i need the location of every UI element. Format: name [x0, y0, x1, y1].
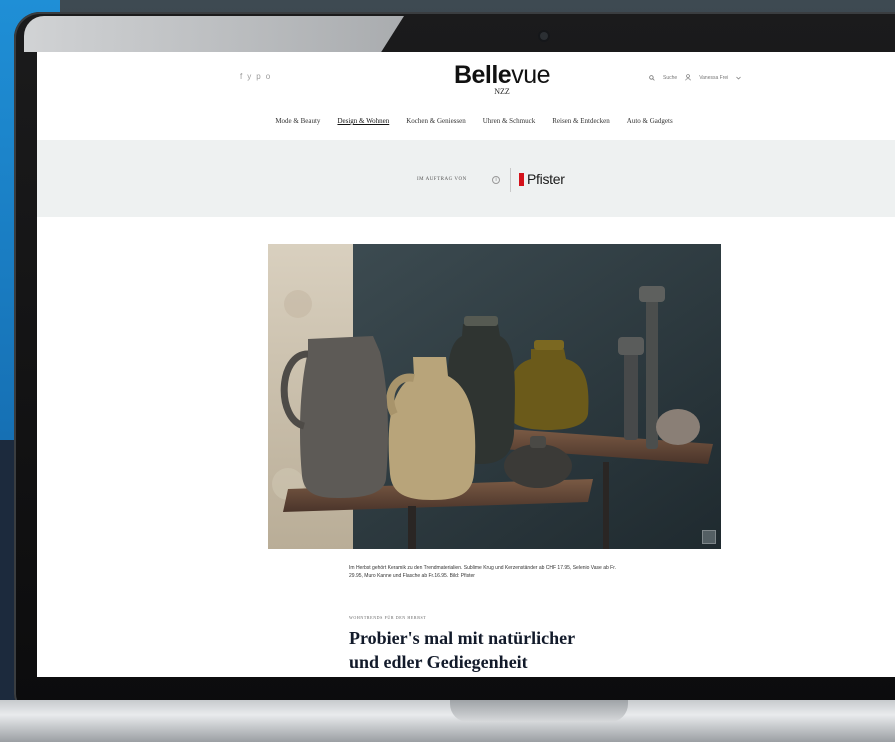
twitter-icon[interactable]: y: [247, 72, 251, 81]
sponsor-divider: [510, 168, 511, 192]
sponsor-label: IM AUFTRAG VON: [417, 177, 467, 182]
social-links: f y p o: [240, 72, 270, 81]
nav-item-reisen-entdecken[interactable]: Reisen & Entdecken: [552, 117, 610, 125]
bezel-glare: [24, 16, 404, 52]
nav-item-uhren-schmuck[interactable]: Uhren & Schmuck: [483, 117, 536, 125]
expand-image-icon[interactable]: [702, 530, 716, 544]
logo-bold: Belle: [453, 61, 512, 89]
hero-image: [268, 244, 721, 549]
nav-item-design-wohnen[interactable]: Design & Wohnen: [337, 117, 389, 125]
facebook-icon[interactable]: f: [240, 72, 242, 81]
chevron-down-icon[interactable]: [736, 76, 742, 80]
webcam-icon: [540, 32, 548, 40]
laptop-hinge-notch: [450, 700, 628, 722]
nav-item-kochen-geniessen[interactable]: Kochen & Geniessen: [406, 117, 465, 125]
laptop-screen: f y p o Bellevue NZZ Suche Vanessa Frei …: [37, 52, 895, 677]
site-logo[interactable]: Bellevue NZZ: [442, 61, 562, 96]
logo-light: vue: [511, 61, 551, 89]
sponsor-band: IM AUFTRAG VON i Pfister: [37, 140, 895, 217]
header-utilities: Suche Vanessa Frei: [649, 74, 742, 81]
image-caption: Im Herbst gehört Keramik zu den Trendmat…: [349, 565, 616, 579]
instagram-icon[interactable]: o: [266, 72, 270, 81]
pinterest-icon[interactable]: p: [256, 72, 260, 81]
pfister-logo[interactable]: Pfister: [519, 171, 565, 187]
nav-item-auto-gadgets[interactable]: Auto & Gadgets: [627, 117, 673, 125]
user-menu[interactable]: Vanessa Frei: [699, 75, 728, 81]
laptop-base: [0, 700, 895, 742]
article-headline: Probier's mal mit natürlicher und edler …: [349, 626, 649, 674]
ceramics-photo: [268, 244, 721, 549]
pfister-wordmark: Pfister: [527, 171, 565, 187]
headline-line-2: und edler Gediegenheit: [349, 652, 528, 672]
info-icon[interactable]: i: [492, 176, 500, 184]
headline-line-1: Probier's mal mit natürlicher: [349, 628, 576, 648]
pfister-mark-icon: [519, 172, 524, 186]
nav-item-mode-beauty[interactable]: Mode & Beauty: [275, 117, 320, 125]
user-icon[interactable]: [685, 74, 691, 81]
site-header: f y p o Bellevue NZZ Suche Vanessa Frei …: [37, 52, 895, 140]
search-icon[interactable]: [649, 74, 655, 81]
main-nav: Mode & Beauty Design & Wohnen Kochen & G…: [37, 117, 895, 125]
search-link[interactable]: Suche: [663, 75, 677, 81]
article-kicker: WOHNTRENDS FÜR DEN HERBST: [349, 615, 427, 620]
